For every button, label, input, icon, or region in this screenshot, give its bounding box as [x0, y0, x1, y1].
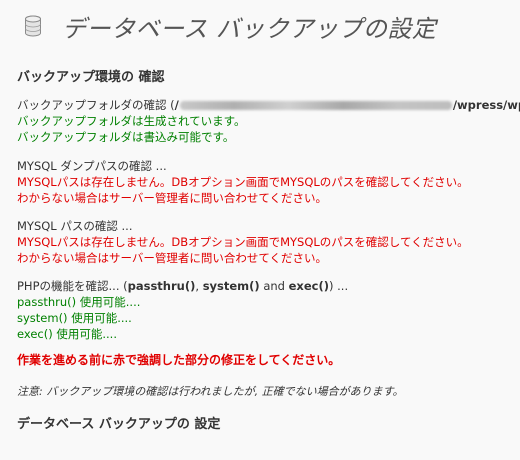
- php-check-label-suffix: ) ...: [328, 279, 349, 293]
- mysql-error-line1: MYSQLパスは存在しません。DBオプション画面でMYSQLのパスを確認してくだ…: [17, 235, 469, 249]
- database-icon: [25, 15, 41, 37]
- mysql-check-label: MYSQL パスの確認 ...: [17, 219, 133, 233]
- php-sep1: ,: [195, 279, 203, 293]
- php-check-label: PHPの機能を確認... (passthru(), system() and e…: [17, 278, 348, 294]
- folder-check-label: バックアップフォルダの確認 (/ /wpress/wp-: [17, 97, 520, 113]
- environment-check-heading: バックアップ環境の 確認: [17, 70, 165, 85]
- backup-settings-page: データベース バックアップの設定 バックアップ環境の 確認 バックアップフォルダ…: [0, 0, 520, 460]
- mysqldump-check-block: MYSQL ダンプパスの確認 ... MYSQLパスは存在しません。DBオプショ…: [17, 158, 469, 206]
- system-status: system() 使用可能....: [17, 311, 132, 325]
- mysql-check-block: MYSQL パスの確認 ... MYSQLパスは存在しません。DBオプション画面…: [17, 218, 469, 266]
- folder-created-status: バックアップフォルダは生成されています。: [17, 114, 246, 128]
- php-check-block: PHPの機能を確認... (passthru(), system() and e…: [17, 278, 348, 342]
- page-title: データベース バックアップの設定: [62, 15, 437, 43]
- folder-writable-status: バックアップフォルダは書込み可能です。: [17, 130, 235, 144]
- page-header: データベース バックアップの設定: [0, 0, 520, 50]
- php-sep2: and: [259, 279, 289, 293]
- backup-settings-heading: データベース バックアップの 設定: [17, 417, 221, 432]
- fix-warning: 作業を進める前に赤で強調した部分の修正をしてください。: [17, 353, 341, 367]
- folder-check-block: バックアップフォルダの確認 (/ /wpress/wp- バックアップフォルダは生…: [17, 97, 520, 145]
- mysql-error-line2: わからない場合はサーバー管理者に問い合わせてください。: [17, 251, 328, 265]
- mysqldump-error-line1: MYSQLパスは存在しません。DBオプション画面でMYSQLのパスを確認してくだ…: [17, 175, 469, 189]
- folder-path-end: /wpress/wp-: [452, 98, 520, 112]
- php-check-label-prefix: PHPの機能を確認... (: [17, 279, 128, 293]
- folder-path-start: /: [174, 98, 179, 112]
- php-fn-passthru: passthru(): [127, 279, 196, 293]
- mysqldump-check-label: MYSQL ダンプパスの確認 ...: [17, 159, 167, 173]
- php-fn-system: system(): [202, 279, 260, 293]
- redacted-path: [179, 101, 452, 110]
- folder-check-label-text: バックアップフォルダの確認 (: [17, 98, 175, 112]
- passthru-status: passthru() 使用可能....: [17, 295, 141, 309]
- php-fn-exec: exec(): [288, 279, 329, 293]
- accuracy-note: 注意: バックアップ環境の確認は行われましたが, 正確でない場合があります。: [17, 385, 404, 398]
- mysqldump-error-line2: わからない場合はサーバー管理者に問い合わせてください。: [17, 191, 328, 205]
- backup-folder-path: / /wpress/wp-: [175, 97, 520, 113]
- exec-status: exec() 使用可能....: [17, 327, 117, 341]
